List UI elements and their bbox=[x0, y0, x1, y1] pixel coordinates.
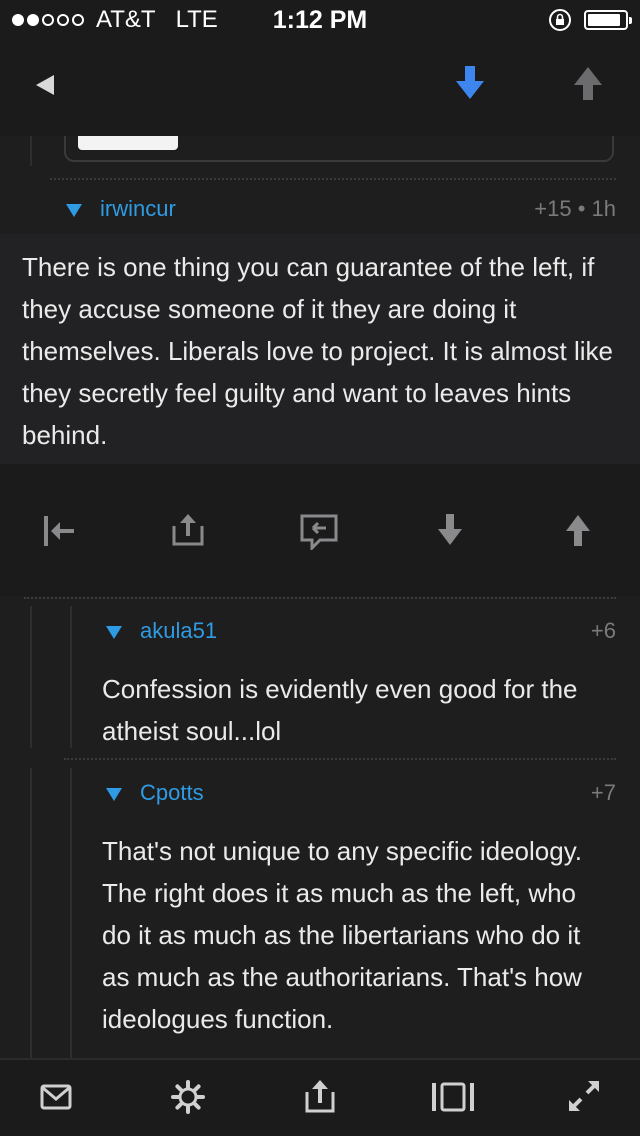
comment-body: That's not unique to any specific ideolo… bbox=[102, 836, 582, 1034]
mail-icon[interactable] bbox=[40, 1084, 72, 1110]
comment-username[interactable]: Cpotts bbox=[140, 780, 204, 806]
comment-username[interactable]: akula51 bbox=[140, 618, 217, 644]
comment-body: Confession is evidently even good for th… bbox=[102, 674, 578, 746]
share-icon[interactable] bbox=[172, 514, 204, 546]
arrow-up-icon[interactable] bbox=[566, 514, 590, 546]
back-triangle-icon[interactable] bbox=[34, 74, 56, 96]
status-right bbox=[548, 8, 632, 32]
thread-line bbox=[70, 606, 72, 748]
downvote-arrow-icon[interactable] bbox=[456, 66, 484, 100]
bottom-toolbar bbox=[0, 1058, 640, 1136]
battery-icon bbox=[584, 10, 632, 30]
collapse-triangle-icon[interactable] bbox=[66, 204, 82, 217]
expand-icon[interactable] bbox=[568, 1080, 600, 1112]
divider bbox=[24, 597, 616, 599]
comment-meta: +6 bbox=[590, 618, 616, 643]
comment-username[interactable]: irwincur bbox=[100, 196, 176, 222]
divider bbox=[64, 758, 616, 760]
thread-line bbox=[70, 768, 72, 1058]
navigation-bar bbox=[0, 40, 640, 136]
divider bbox=[50, 178, 616, 180]
collapse-thread-icon[interactable] bbox=[42, 516, 76, 546]
status-time: 1:12 PM bbox=[272, 6, 368, 34]
rotation-lock-icon bbox=[549, 9, 571, 31]
comment-meta: +7 bbox=[590, 780, 616, 805]
arrow-down-icon[interactable] bbox=[438, 514, 462, 546]
collapse-triangle-icon[interactable] bbox=[106, 626, 122, 639]
status-bar: AT&T LTE 1:12 PM bbox=[0, 0, 640, 40]
comment-body: There is one thing you can guarantee of … bbox=[22, 252, 614, 450]
pages-icon[interactable] bbox=[430, 1082, 476, 1112]
comment-meta: +15 • 1h bbox=[534, 196, 616, 221]
comment-action-bar bbox=[0, 464, 640, 596]
share-icon[interactable] bbox=[304, 1080, 336, 1114]
thread-line bbox=[30, 768, 32, 1058]
previous-comment-button[interactable] bbox=[78, 136, 178, 150]
collapse-triangle-icon[interactable] bbox=[106, 788, 122, 801]
upvote-arrow-icon[interactable] bbox=[574, 66, 602, 100]
reply-icon[interactable] bbox=[300, 514, 338, 550]
thread-line bbox=[30, 136, 32, 166]
thread-line bbox=[30, 606, 32, 748]
gear-icon[interactable] bbox=[171, 1080, 205, 1114]
comment-body-container: There is one thing you can guarantee of … bbox=[0, 234, 640, 464]
comment-thread: irwincur +15 • 1h There is one thing you… bbox=[0, 136, 640, 1058]
